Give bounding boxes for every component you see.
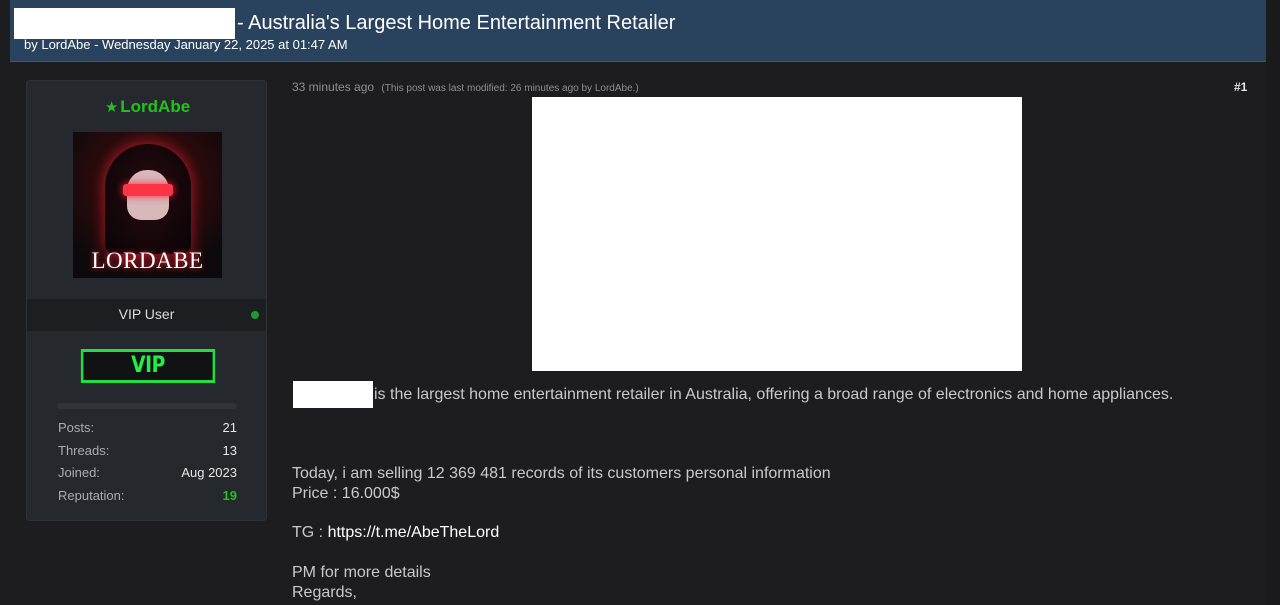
vip-badge: VIP: [80, 349, 216, 383]
author-stats: Posts: 21 Threads: 13 Joined: Aug 2023 R…: [58, 420, 237, 510]
stat-label: Reputation:: [58, 487, 125, 503]
post-modified-note: (This post was last modified: 26 minutes…: [381, 83, 639, 94]
telegram-link[interactable]: https://t.me/AbeTheLord: [328, 524, 500, 541]
author-username-text[interactable]: LordAbe: [120, 97, 190, 116]
stat-row-joined: Joined: Aug 2023: [58, 465, 237, 488]
stat-value: 21: [222, 420, 237, 435]
post-number[interactable]: #1: [1234, 80, 1247, 94]
thread-header: - Australia's Largest Home Entertainment…: [10, 0, 1266, 62]
reputation-bar: [57, 403, 237, 409]
author-username[interactable]: ★ LordAbe: [27, 97, 268, 117]
stat-value: Aug 2023: [181, 465, 237, 480]
post-time[interactable]: 33 minutes ago: [292, 80, 374, 94]
post-regards-line: Regards,: [292, 584, 357, 601]
thread-title: - Australia's Largest Home Entertainment…: [237, 12, 676, 34]
author-card: ★ LordAbe LORDABE VIP User VIP Posts: 21 …: [26, 80, 267, 521]
avatar-label: LORDABE: [91, 248, 204, 273]
post-image: [532, 97, 1022, 371]
user-rank: VIP User: [118, 306, 175, 322]
stat-label: Posts:: [58, 420, 95, 435]
post-price-line: Price : 16.000$: [292, 485, 400, 502]
stat-row-posts: Posts: 21: [58, 420, 237, 443]
redacted-block: [14, 8, 235, 39]
stat-row-threads: Threads: 13: [58, 443, 237, 466]
stat-value[interactable]: 19: [223, 488, 237, 511]
redacted-block: [293, 381, 373, 408]
post-intro: is the largest home entertainment retail…: [374, 386, 1174, 403]
post-meta: 33 minutes ago (This post was last modif…: [292, 80, 639, 94]
stat-label: Joined:: [58, 465, 100, 480]
stat-value: 13: [222, 442, 237, 458]
stat-row-reputation: Reputation: 19: [58, 488, 237, 511]
post-pm-line: PM for more details: [292, 564, 431, 581]
thread-meta: by LordAbe - Wednesday January 22, 2025 …: [24, 37, 348, 52]
post-tg-line: TG : https://t.me/AbeTheLord: [292, 524, 499, 542]
scrollbar-track[interactable]: [1266, 0, 1280, 605]
star-icon: ★: [104, 99, 119, 116]
post-selling-line: Today, i am selling 12 369 481 records o…: [292, 465, 831, 482]
tg-label: TG :: [292, 524, 328, 541]
stat-label: Threads:: [58, 442, 110, 458]
avatar[interactable]: LORDABE: [73, 132, 222, 278]
online-status-icon: [251, 311, 259, 319]
rank-bar: VIP User: [27, 299, 266, 331]
avatar-glasses: [123, 184, 173, 196]
